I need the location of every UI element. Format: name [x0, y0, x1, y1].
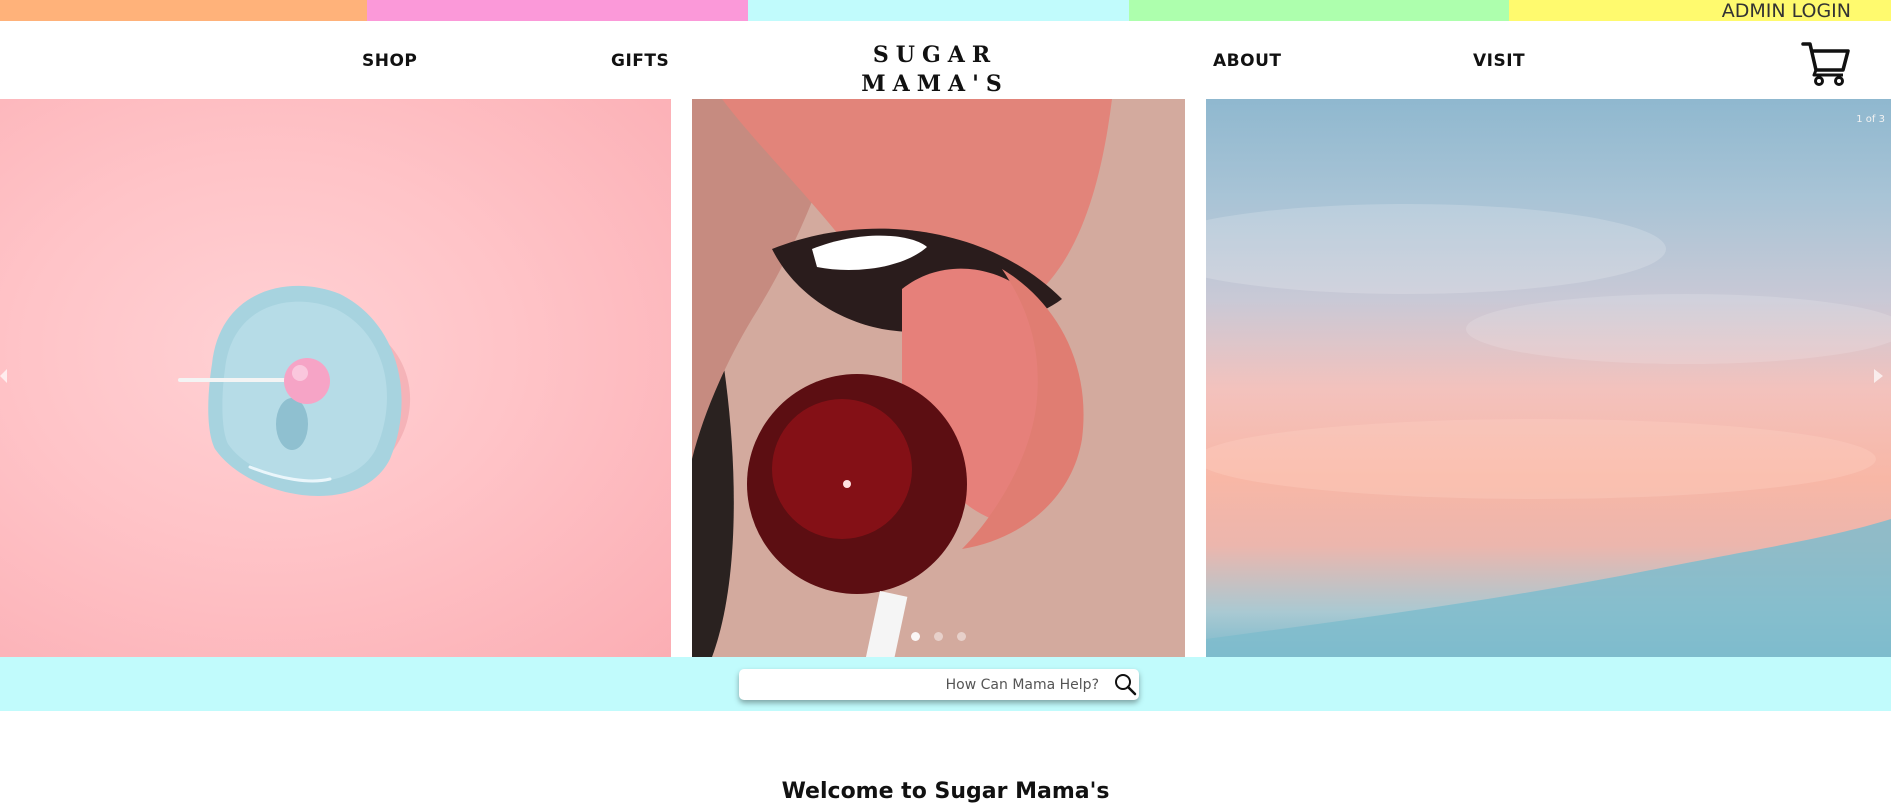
- nav-visit-link[interactable]: VISIT: [1473, 51, 1525, 71]
- carousel-dot[interactable]: [934, 632, 943, 641]
- search-input[interactable]: [739, 669, 1105, 700]
- nav-gifts-link[interactable]: GIFTS: [611, 51, 669, 71]
- carousel-next-arrow[interactable]: [1874, 369, 1883, 383]
- search-box: [739, 669, 1139, 700]
- sky-image: [1206, 204, 1891, 657]
- search-band: [0, 657, 1891, 711]
- site-logo[interactable]: SUGAR MAMA'S: [860, 41, 1010, 99]
- carousel-dot[interactable]: [957, 632, 966, 641]
- carousel-dot[interactable]: [911, 632, 920, 641]
- slide-lips-lollipop: [692, 99, 1185, 657]
- search-icon[interactable]: [1113, 672, 1137, 696]
- shopping-cart-icon[interactable]: [1801, 38, 1851, 86]
- slide-lollipop-dish: [0, 99, 671, 657]
- hero-carousel[interactable]: 1 of 3: [0, 99, 1891, 657]
- color-segment-green: [1129, 0, 1509, 21]
- slide-counter: 1 of 3: [1856, 114, 1885, 125]
- welcome-heading: Welcome to Sugar Mama's: [781, 779, 1110, 804]
- logo-line-1: SUGAR: [872, 42, 998, 68]
- carousel-prev-arrow[interactable]: [0, 369, 7, 383]
- slide-pastel-sky: 1 of 3: [1206, 99, 1891, 657]
- carousel-dots: [911, 632, 966, 641]
- color-segment-orange: [0, 0, 367, 21]
- logo-line-2: MAMA'S: [861, 71, 1009, 97]
- color-strip: [0, 0, 1891, 21]
- color-segment-cyan: [748, 0, 1129, 21]
- main-nav: SHOP GIFTS SUGAR MAMA'S ABOUT VISIT: [0, 21, 1891, 99]
- color-segment-pink: [367, 0, 748, 21]
- admin-login-link[interactable]: ADMIN LOGIN: [1722, 0, 1851, 22]
- nav-shop-link[interactable]: SHOP: [362, 51, 417, 71]
- dish-lollipop-image: [178, 285, 411, 497]
- lips-lollipop-image: [692, 99, 1185, 657]
- nav-about-link[interactable]: ABOUT: [1213, 51, 1281, 71]
